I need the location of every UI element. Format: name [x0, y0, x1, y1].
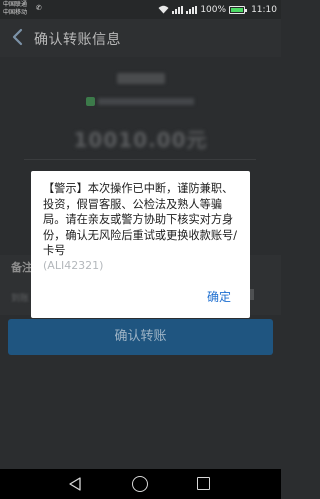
remark-label: 备注: [11, 261, 33, 274]
transfer-amount: 10010.00元: [73, 128, 208, 152]
ok-button[interactable]: 确定: [207, 288, 231, 305]
error-code: (ALI42321): [43, 259, 104, 272]
divider: [24, 159, 256, 160]
status-icons: 100% 11:10: [158, 2, 277, 17]
warning-dialog: 【警示】本次操作已中断，谨防兼职、投资，假冒客服、公检法及熟人等骗局。请在亲友或…: [31, 171, 250, 318]
status-bar: 中国联通 中国移动 ✆ 100% 11:10: [0, 0, 281, 19]
back-arrow-icon[interactable]: [9, 27, 27, 47]
bank-account-blurred: [98, 98, 194, 105]
warning-message: 【警示】本次操作已中断，谨防兼职、投资，假冒客服、公检法及熟人等骗局。请在亲友或…: [43, 182, 237, 258]
remark-input[interactable]: 到账: [11, 291, 29, 304]
battery-percent: 100%: [200, 4, 227, 15]
carrier-2: 中国移动: [3, 8, 28, 16]
navigation-bar: [0, 469, 281, 499]
app-header: 确认转账信息: [0, 19, 281, 57]
bank-icon: [86, 97, 95, 106]
carrier-info: 中国联通 中国移动: [3, 1, 27, 16]
carrier-1: 中国联通: [3, 1, 28, 8]
payee-name-blurred: [117, 73, 165, 84]
nav-back-icon[interactable]: [68, 477, 82, 491]
signal-icon-2: [186, 5, 198, 14]
nav-home-icon[interactable]: [132, 476, 148, 492]
wifi-icon: [158, 5, 169, 14]
page-title: 确认转账信息: [34, 32, 121, 48]
signal-icon: [172, 5, 184, 14]
clock: 11:10: [251, 4, 277, 15]
nav-recent-icon[interactable]: [197, 477, 210, 490]
battery-icon: [229, 5, 248, 14]
confirm-transfer-button[interactable]: 确认转账: [8, 319, 273, 355]
hd-call-icon: ✆: [36, 4, 42, 12]
